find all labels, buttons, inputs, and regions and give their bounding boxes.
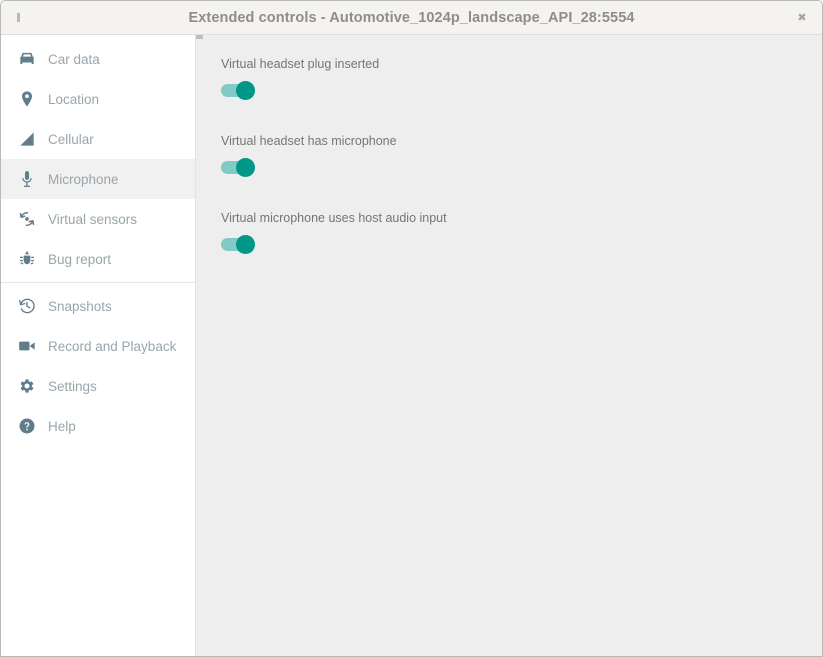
cellular-signal-icon xyxy=(17,128,43,150)
history-icon xyxy=(17,295,43,317)
toggle-knob xyxy=(236,158,255,177)
sidebar-item-label: Car data xyxy=(43,52,100,67)
title-bar: Extended controls - Automotive_1024p_lan… xyxy=(1,1,822,35)
virtual-microphone-uses-host-audio-input-toggle[interactable] xyxy=(221,235,255,254)
sidebar-item-record-and-playback[interactable]: Record and Playback xyxy=(1,326,195,366)
sidebar-item-microphone[interactable]: Microphone xyxy=(1,159,195,199)
sidebar-item-label: Settings xyxy=(43,379,97,394)
microphone-icon xyxy=(17,168,43,190)
window-title: Extended controls - Automotive_1024p_lan… xyxy=(188,10,634,26)
toggle-knob xyxy=(236,235,255,254)
extended-controls-window: Extended controls - Automotive_1024p_lan… xyxy=(0,0,823,657)
close-icon[interactable]: ✖ xyxy=(795,11,809,25)
setting-virtual-microphone-uses-host-audio-input: Virtual microphone uses host audio input xyxy=(221,211,822,254)
sidebar-item-label: Microphone xyxy=(43,172,119,187)
sidebar: Car data Location Cellular xyxy=(1,35,196,657)
sidebar-item-label: Help xyxy=(43,419,76,434)
gear-icon xyxy=(17,375,43,397)
sidebar-item-label: Virtual sensors xyxy=(43,212,137,227)
sidebar-divider xyxy=(1,282,195,283)
panel-notch xyxy=(196,35,203,39)
sidebar-item-label: Record and Playback xyxy=(43,339,176,354)
sidebar-item-label: Cellular xyxy=(43,132,94,147)
virtual-headset-plug-inserted-toggle[interactable] xyxy=(221,81,255,100)
sidebar-item-settings[interactable]: Settings xyxy=(1,366,195,406)
window-menu-icon[interactable] xyxy=(17,13,20,22)
setting-label: Virtual headset plug inserted xyxy=(221,57,822,71)
setting-label: Virtual headset has microphone xyxy=(221,134,822,148)
sidebar-item-help[interactable]: Help xyxy=(1,406,195,446)
toggle-knob xyxy=(236,81,255,100)
sidebar-item-cellular[interactable]: Cellular xyxy=(1,119,195,159)
sidebar-item-virtual-sensors[interactable]: Virtual sensors xyxy=(1,199,195,239)
microphone-settings-panel: Virtual headset plug inserted Virtual he… xyxy=(196,35,822,657)
setting-virtual-headset-plug-inserted: Virtual headset plug inserted xyxy=(221,57,822,100)
sidebar-item-label: Bug report xyxy=(43,252,111,267)
sidebar-item-label: Location xyxy=(43,92,99,107)
sidebar-item-bug-report[interactable]: Bug report xyxy=(1,239,195,279)
location-pin-icon xyxy=(17,88,43,110)
setting-label: Virtual microphone uses host audio input xyxy=(221,211,822,225)
sidebar-item-car-data[interactable]: Car data xyxy=(1,39,195,79)
bug-icon xyxy=(17,248,43,270)
virtual-headset-has-microphone-toggle[interactable] xyxy=(221,158,255,177)
sidebar-item-label: Snapshots xyxy=(43,299,112,314)
car-icon xyxy=(17,48,43,70)
rotation-icon xyxy=(17,208,43,230)
sidebar-item-snapshots[interactable]: Snapshots xyxy=(1,286,195,326)
window-body: Car data Location Cellular xyxy=(1,35,822,657)
sidebar-item-location[interactable]: Location xyxy=(1,79,195,119)
setting-virtual-headset-has-microphone: Virtual headset has microphone xyxy=(221,134,822,177)
help-circle-icon xyxy=(17,415,43,437)
video-camera-icon xyxy=(17,335,43,357)
